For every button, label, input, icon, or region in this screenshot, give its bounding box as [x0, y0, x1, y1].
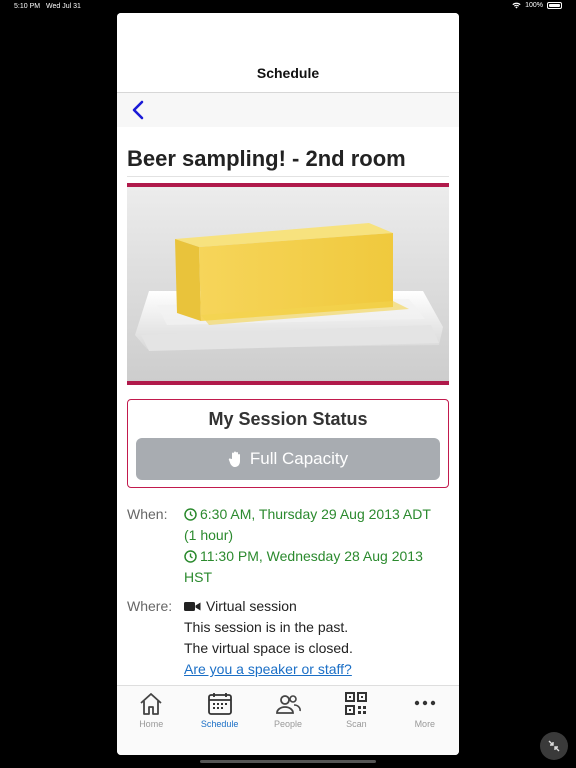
collapse-arrows-icon	[548, 740, 560, 752]
where-values: Virtual session This session is in the p…	[184, 596, 449, 680]
time-alt-zone: HST	[184, 569, 212, 586]
full-capacity-button[interactable]: Full Capacity	[136, 438, 440, 481]
clock-icon	[184, 550, 197, 564]
tab-more[interactable]: More	[391, 686, 459, 755]
tab-people[interactable]: People	[254, 686, 322, 755]
where-row: Where: Virtual session This session is i…	[127, 596, 449, 680]
closed-note: The virtual space is closed.	[184, 640, 353, 657]
session-image	[127, 183, 449, 386]
title-divider	[127, 176, 449, 178]
duration: (1 hour)	[184, 527, 234, 544]
where-label: Where:	[127, 598, 173, 615]
back-chevron-icon[interactable]	[129, 99, 149, 121]
navigation-bar: Schedule	[117, 13, 459, 93]
status-right: 100%	[512, 2, 562, 9]
time-alt: 11:30 PM, Wednesday 28 Aug 2013	[184, 546, 449, 567]
battery-percent: 100%	[525, 2, 543, 9]
home-icon	[140, 693, 162, 715]
session-status-header: My Session Status	[208, 409, 368, 430]
past-note: This session is in the past.	[184, 619, 349, 636]
when-label: When:	[127, 506, 168, 523]
page-title: Schedule	[256, 65, 320, 81]
session-content: Beer sampling! - 2nd room My Session Sta…	[117, 146, 459, 680]
people-icon	[276, 695, 301, 714]
home-indicator	[200, 760, 376, 763]
tab-scan[interactable]: Scan	[322, 686, 390, 755]
full-capacity-label: Full Capacity	[249, 449, 349, 469]
status-date: Wed Jul 31	[46, 3, 81, 10]
qr-icon	[345, 692, 368, 715]
clock-icon	[184, 508, 197, 522]
time-local: 6:30 AM, Thursday 29 Aug 2013 ADT	[184, 504, 449, 525]
hand-icon	[228, 451, 240, 468]
back-bar	[117, 93, 459, 127]
tab-bar: Home Schedule People Scan More	[117, 685, 459, 755]
session-title: Beer sampling! - 2nd room	[127, 146, 406, 171]
when-values: 6:30 AM, Thursday 29 Aug 2013 ADT (1 hou…	[184, 504, 449, 588]
wifi-icon	[512, 2, 521, 9]
tab-schedule[interactable]: Schedule	[185, 686, 253, 755]
modal-sheet: Schedule Beer sampling! - 2nd room My Se…	[117, 13, 459, 755]
butter-photo	[127, 187, 449, 382]
status-bar: 5:10 PM Wed Jul 31 100%	[0, 0, 576, 14]
calendar-icon	[207, 693, 232, 715]
when-row: When: 6:30 AM, Thursday 29 Aug 2013 ADT …	[127, 504, 449, 588]
battery-icon	[547, 2, 562, 9]
session-status-panel: My Session Status Full Capacity	[127, 399, 449, 489]
speaker-staff-link[interactable]: Are you a speaker or staff?	[184, 659, 449, 680]
more-icon	[414, 700, 436, 706]
video-camera-icon	[184, 602, 201, 612]
tab-home[interactable]: Home	[117, 686, 185, 755]
collapse-button[interactable]	[540, 732, 568, 760]
venue: Virtual session	[184, 596, 449, 617]
status-time: 5:10 PM	[14, 3, 41, 10]
